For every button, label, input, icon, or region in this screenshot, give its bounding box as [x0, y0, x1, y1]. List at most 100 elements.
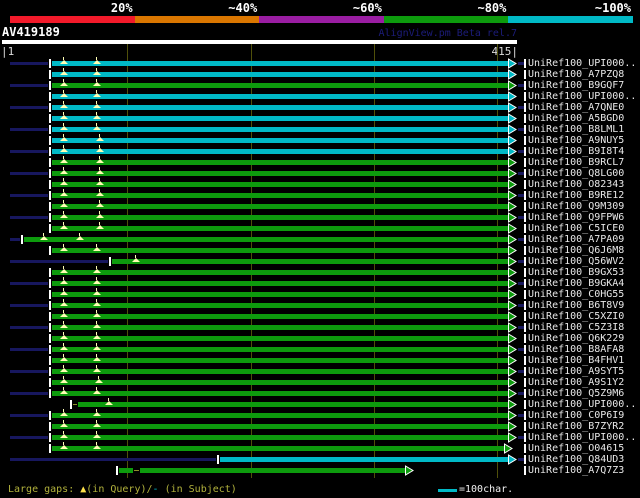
alignment-bar[interactable] [52, 127, 509, 132]
alignment-bar[interactable] [52, 314, 509, 319]
alignment-bar[interactable] [52, 391, 509, 396]
subject-label[interactable]: UniRef100_B6T8V9 [528, 300, 640, 311]
subject-label[interactable]: UniRef100_B9GQF7 [528, 80, 640, 91]
alignment-bar[interactable] [52, 160, 509, 165]
alignment-bar[interactable] [52, 435, 509, 440]
alignment-bar[interactable] [52, 413, 509, 418]
subject-label[interactable]: UniRef100_C5XZI0 [528, 311, 640, 322]
subject-label[interactable]: UniRef100_Q8LG00 [528, 168, 640, 179]
gap-in-query-icon [60, 379, 68, 383]
subject-label[interactable]: UniRef100_Q6K229 [528, 333, 640, 344]
alignment-bar[interactable] [119, 468, 133, 473]
subject-label[interactable]: UniRef100_B7ZYR2 [528, 421, 640, 432]
alignment-bar[interactable] [52, 105, 509, 110]
large-gaps-legend: Large gaps: ▲(in Query)/- (in Subject) [8, 483, 237, 496]
subject-label[interactable]: UniRef100_UPI000.. [528, 432, 640, 443]
subject-continues-arrow-icon [508, 124, 517, 135]
subject-label[interactable]: UniRef100_B8AFA8 [528, 344, 640, 355]
subject-gap-dash-icon [134, 470, 139, 471]
subject-continues-arrow-icon [508, 421, 517, 432]
alignment-row: UniRef100_Q84UD3 [0, 454, 640, 465]
row-end-tick [524, 70, 526, 79]
alignment-bar[interactable] [220, 457, 509, 462]
alignment-bar[interactable] [52, 303, 509, 308]
alignment-start-tick [49, 279, 51, 288]
alignment-bar[interactable] [52, 369, 509, 374]
alignment-bar[interactable] [52, 182, 509, 187]
subject-label[interactable]: UniRef100_Q84UD3 [528, 454, 640, 465]
alignment-bar[interactable] [52, 292, 509, 297]
alignment-bar[interactable] [52, 72, 509, 77]
subject-label[interactable]: UniRef100_B9GX53 [528, 267, 640, 278]
subject-label[interactable]: UniRef100_UPI000.. [528, 399, 640, 410]
alignment-bar[interactable] [52, 380, 509, 385]
subject-label[interactable]: UniRef100_O82343 [528, 179, 640, 190]
subject-label[interactable]: UniRef100_C0P6I9 [528, 410, 640, 421]
alignment-bar[interactable] [140, 468, 406, 473]
subject-label[interactable]: UniRef100_Q6J6M8 [528, 245, 640, 256]
alignment-row: UniRef100_A7Q7Z3 [0, 465, 640, 476]
row-end-tick [524, 169, 526, 178]
alignment-bar[interactable] [52, 446, 505, 451]
alignment-bar[interactable] [52, 138, 509, 143]
subject-label[interactable]: UniRef100_B4FHV1 [528, 355, 640, 366]
subject-label[interactable]: UniRef100_Q5Z9M6 [528, 388, 640, 399]
alignment-bar[interactable] [52, 424, 509, 429]
alignment-start-tick [49, 202, 51, 211]
gap-in-query-icon [60, 170, 68, 174]
subject-label[interactable]: UniRef100_B8LML1 [528, 124, 640, 135]
subject-continues-arrow-icon [508, 333, 517, 344]
alignment-bar[interactable] [52, 171, 509, 176]
alignment-bar[interactable] [52, 204, 509, 209]
subject-label[interactable]: UniRef100_A9S1Y2 [528, 377, 640, 388]
gap-in-query-icon [60, 60, 68, 64]
gap-in-query-icon [96, 192, 104, 196]
alignment-bar[interactable] [52, 281, 509, 286]
subject-label[interactable]: UniRef100_B9RE12 [528, 190, 640, 201]
alignment-bar[interactable] [52, 270, 509, 275]
alignment-start-tick [49, 81, 51, 90]
gap-in-query-icon [93, 104, 101, 108]
subject-label[interactable]: UniRef100_UPI000.. [528, 58, 640, 69]
alignment-bar[interactable] [52, 325, 509, 330]
subject-label[interactable]: UniRef100_C5Z3I8 [528, 322, 640, 333]
subject-label[interactable]: UniRef100_A9NUY5 [528, 135, 640, 146]
subject-label[interactable]: UniRef100_A9SYT5 [528, 366, 640, 377]
subject-label[interactable]: UniRef100_C0HG55 [528, 289, 640, 300]
subject-label[interactable]: UniRef100_UPI000.. [528, 91, 640, 102]
subject-label[interactable]: UniRef100_O04615 [528, 443, 640, 454]
alignment-bar[interactable] [52, 83, 509, 88]
gap-in-query-icon [93, 434, 101, 438]
gap-in-query-icon [93, 368, 101, 372]
alignment-bar[interactable] [52, 248, 509, 253]
gap-in-query-icon [93, 423, 101, 427]
subject-label[interactable]: UniRef100_Q9M309 [528, 201, 640, 212]
alignment-bar[interactable] [52, 193, 509, 198]
alignment-bar[interactable] [52, 116, 509, 121]
alignment-bar[interactable] [52, 336, 509, 341]
alignment-bar[interactable] [78, 402, 509, 407]
subject-label[interactable]: UniRef100_A7PA09 [528, 234, 640, 245]
subject-label[interactable]: UniRef100_A7QNE0 [528, 102, 640, 113]
alignment-bar[interactable] [52, 61, 509, 66]
subject-label[interactable]: UniRef100_Q56WV2 [528, 256, 640, 267]
alignment-bar[interactable] [24, 237, 509, 242]
alignment-bar[interactable] [52, 94, 509, 99]
row-end-tick [524, 323, 526, 332]
subject-label[interactable]: UniRef100_A7Q7Z3 [528, 465, 640, 476]
subject-label[interactable]: UniRef100_C5ICE0 [528, 223, 640, 234]
subject-label[interactable]: UniRef100_A5BGD0 [528, 113, 640, 124]
alignment-bar[interactable] [52, 215, 509, 220]
alignment-bar[interactable] [52, 347, 509, 352]
subject-label[interactable]: UniRef100_Q9FPW6 [528, 212, 640, 223]
alignment-bar[interactable] [52, 149, 509, 154]
alignment-row: UniRef100_B9RCL7 [0, 156, 640, 168]
subject-label[interactable]: UniRef100_B9I8T4 [528, 146, 640, 157]
subject-label[interactable]: UniRef100_B9RCL7 [528, 157, 640, 168]
alignment-start-tick [49, 114, 51, 123]
subject-label[interactable]: UniRef100_B9GKA4 [528, 278, 640, 289]
alignment-bar[interactable] [112, 259, 509, 264]
alignment-bar[interactable] [52, 358, 509, 363]
alignment-bar[interactable] [52, 226, 509, 231]
subject-label[interactable]: UniRef100_A7PZQ8 [528, 69, 640, 80]
